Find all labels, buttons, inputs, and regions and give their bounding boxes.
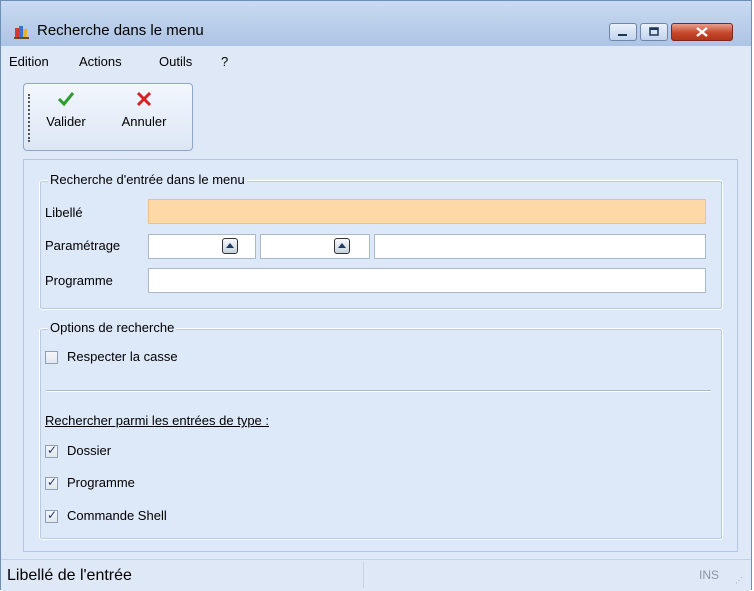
parametrage-2-spin-up[interactable]: [334, 238, 350, 254]
parametrage-field-2[interactable]: [260, 234, 370, 259]
parametrage-label: Paramétrage: [45, 238, 121, 253]
minimize-icon: [618, 34, 627, 36]
menu-help[interactable]: ?: [221, 54, 228, 69]
insert-mode-indicator: INS: [699, 568, 720, 582]
libelle-input[interactable]: [148, 199, 706, 224]
programme-type-label[interactable]: Programme: [67, 475, 135, 490]
resize-grip-icon[interactable]: ⋰: [735, 576, 743, 585]
maximize-icon: [649, 27, 659, 36]
parametrage-field-1[interactable]: [148, 234, 256, 259]
status-divider: [363, 562, 364, 588]
menu-bar: Edition Actions Outils ?: [1, 46, 751, 76]
parametrage-field-3[interactable]: [374, 234, 706, 259]
search-menu-window: Recherche dans le menu Edition Actions O…: [0, 0, 752, 591]
annuler-button[interactable]: Annuler: [112, 90, 176, 129]
parametrage-1-spin-up[interactable]: [222, 238, 238, 254]
case-checkbox[interactable]: [45, 351, 58, 364]
valider-button[interactable]: Valider: [38, 90, 94, 129]
commande-shell-checkbox[interactable]: ✓: [45, 508, 58, 523]
window-title: Recherche dans le menu: [37, 22, 204, 39]
menu-outils[interactable]: Outils: [159, 54, 192, 69]
title-bar[interactable]: Recherche dans le menu: [1, 1, 751, 46]
programme-input[interactable]: [148, 268, 706, 293]
case-label[interactable]: Respecter la casse: [67, 349, 178, 364]
checkmark-icon: [57, 92, 75, 107]
search-group-legend: Recherche d'entrée dans le menu: [48, 172, 247, 187]
close-icon: [696, 27, 708, 37]
search-group: Recherche d'entrée dans le menu Libellé …: [39, 172, 723, 310]
annuler-label: Annuler: [121, 114, 167, 129]
programme-checkbox[interactable]: ✓: [45, 475, 58, 490]
commande-shell-label[interactable]: Commande Shell: [67, 508, 167, 523]
app-icon: [14, 26, 29, 39]
dossier-checkbox[interactable]: ✓: [45, 443, 58, 458]
options-group-legend: Options de recherche: [48, 320, 177, 335]
status-bar: Libellé de l'entrée INS ⋰: [1, 559, 751, 591]
check-icon: ✓: [47, 475, 58, 489]
valider-label: Valider: [46, 114, 86, 129]
maximize-button[interactable]: [640, 23, 668, 41]
dossier-label[interactable]: Dossier: [67, 443, 111, 458]
toolbar: Valider Annuler: [23, 83, 193, 151]
programme-label: Programme: [45, 273, 113, 288]
status-text: Libellé de l'entrée: [7, 567, 132, 584]
check-icon: ✓: [47, 443, 58, 457]
options-separator: [46, 390, 711, 392]
check-icon: ✓: [47, 508, 58, 522]
types-heading: Rechercher parmi les entrées de type :: [45, 413, 269, 428]
libelle-label: Libellé: [45, 205, 83, 220]
close-button[interactable]: [671, 23, 733, 41]
toolbar-grip[interactable]: [28, 94, 32, 142]
minimize-button[interactable]: [609, 23, 637, 41]
menu-edition[interactable]: Edition: [9, 54, 49, 69]
cross-icon: [136, 91, 152, 107]
menu-actions[interactable]: Actions: [79, 54, 122, 69]
options-group: Options de recherche Respecter la casse …: [39, 320, 723, 540]
content-area: Recherche d'entrée dans le menu Libellé …: [23, 159, 738, 552]
